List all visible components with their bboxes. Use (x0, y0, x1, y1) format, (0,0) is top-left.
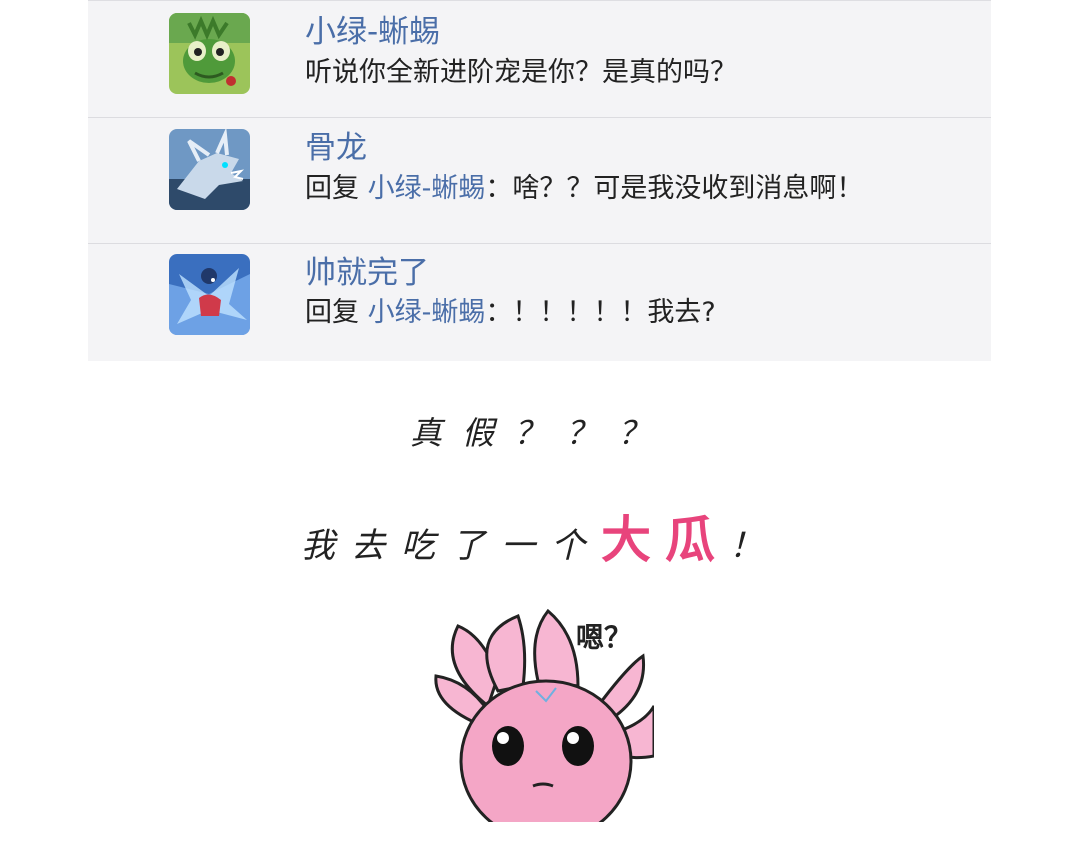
bone-dragon-avatar[interactable] (169, 129, 250, 210)
pink-axolotl-sticker: 嗯？ (428, 596, 656, 843)
comment-username[interactable]: 小绿-蜥蜴 (305, 14, 440, 50)
comment-username[interactable]: 帅就完了 (305, 255, 429, 291)
comment-item[interactable]: 帅就完了 回复 小绿-蜥蜴：！！！！！我去? (88, 244, 991, 361)
comment-item[interactable]: 骨龙 回复 小绿-蜥蜴：啥？？可是我没收到消息啊！ (88, 118, 991, 244)
highlight-text: 大瓜 (601, 510, 729, 569)
comment-text: 回复 小绿-蜥蜴：！！！！！我去? (305, 297, 716, 328)
comment-item[interactable]: 小绿-蜥蜴 听说你全新进阶宠是你？是真的吗？ (88, 1, 991, 118)
green-lizard-avatar[interactable] (169, 13, 250, 94)
comment-text: 回复 小绿-蜥蜴：啥？？可是我没收到消息啊！ (305, 173, 864, 204)
mention-link[interactable]: 小绿-蜥蜴 (368, 297, 486, 328)
sticker-bubble-text: 嗯？ (576, 621, 633, 654)
comment-username[interactable]: 骨龙 (305, 130, 367, 166)
comment-list: 小绿-蜥蜴 听说你全新进阶宠是你？是真的吗？ 骨龙 回复 小绿-蜥蜴：啥？？可是… (88, 0, 991, 361)
mention-link[interactable]: 小绿-蜥蜴 (368, 173, 486, 204)
caption-true-or-false: 真假？？？ (409, 414, 670, 452)
caption-big-gossip: 我去吃了一个大瓜！ (301, 510, 779, 569)
comment-text: 听说你全新进阶宠是你？是真的吗？ (305, 57, 737, 88)
blue-creature-avatar[interactable] (169, 254, 250, 335)
